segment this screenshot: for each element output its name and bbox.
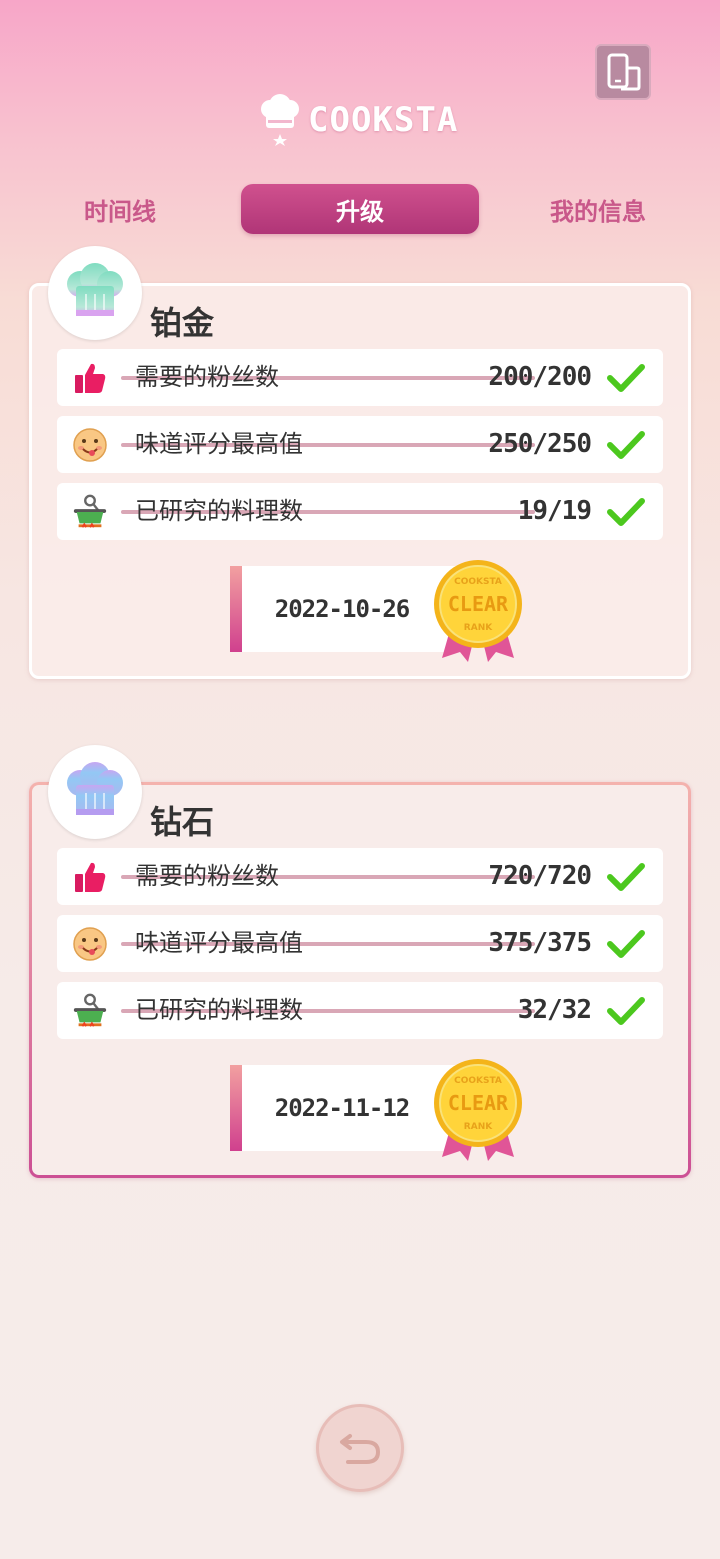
medal-bottom-text: RANK [464,623,493,633]
cooksta-logo: COOKSTA [258,94,458,146]
cooking-pot-icon [71,992,109,1030]
chef-hat-logo-icon [258,94,302,146]
requirement-row-fans: 需要的粉丝数 720/720 [57,848,663,905]
clear-rank-medal-icon: COOKSTA CLEAR RANK [434,560,522,662]
requirement-label: 味道评分最高值 [135,929,303,957]
taste-face-icon [71,426,109,464]
cleared-date-box: 2022-10-26 [230,566,460,652]
green-chef-hat-icon [67,263,123,316]
requirement-row-recipes: 已研究的料理数 32/32 [57,982,663,1039]
cooking-pot-icon [71,493,109,531]
undo-arrow-icon [340,1434,381,1464]
tab-timeline[interactable]: 时间线 [40,184,200,234]
requirement-value: 32/32 [517,995,592,1025]
requirement-label: 已研究的料理数 [135,497,303,525]
check-icon [607,498,645,526]
date-accent-bar [230,566,242,652]
check-icon [607,997,645,1025]
medal-main-text: CLEAR [448,592,509,616]
rank-title: 铂金 [150,304,215,342]
date-accent-bar [230,1065,242,1151]
device-rotate-icon [607,53,641,91]
cleared-date: 2022-11-12 [274,1094,411,1122]
requirement-value: 19/19 [517,496,592,526]
requirement-label: 需要的粉丝数 [135,862,279,890]
tab-my-info[interactable]: 我的信息 [518,184,678,234]
tab-upgrade[interactable]: 升级 [241,184,479,234]
requirement-row-recipes: 已研究的料理数 19/19 [57,483,663,540]
requirement-value: 250/250 [488,429,592,459]
check-icon [607,431,645,459]
taste-face-icon [71,925,109,963]
requirement-value: 720/720 [488,861,592,891]
medal-top-text: COOKSTA [454,1076,502,1086]
requirement-row-taste: 味道评分最高值 375/375 [57,915,663,972]
back-button[interactable] [316,1404,404,1492]
medal-main-text: CLEAR [448,1091,509,1115]
check-icon [607,930,645,958]
requirement-row-taste: 味道评分最高值 250/250 [57,416,663,473]
check-icon [607,364,645,392]
brand-name: COOKSTA [308,100,459,140]
thumbs-up-icon [71,359,109,397]
blue-chef-hat-icon [67,762,123,815]
requirement-label: 需要的粉丝数 [135,363,279,391]
device-switch-button[interactable] [595,44,651,100]
requirement-value: 200/200 [488,362,592,392]
requirement-label: 已研究的料理数 [135,996,303,1024]
check-icon [607,863,645,891]
cleared-date: 2022-10-26 [274,595,411,623]
cleared-date-box: 2022-11-12 [230,1065,460,1151]
platinum-rank-badge [48,246,142,340]
medal-top-text: COOKSTA [454,577,502,587]
clear-rank-medal-icon: COOKSTA CLEAR RANK [434,1059,522,1161]
requirement-value: 375/375 [488,928,592,958]
requirement-row-fans: 需要的粉丝数 200/200 [57,349,663,406]
requirement-label: 味道评分最高值 [135,430,303,458]
rank-title: 钻石 [150,803,215,841]
medal-bottom-text: RANK [464,1122,493,1132]
diamond-rank-badge [48,745,142,839]
thumbs-up-icon [71,858,109,896]
